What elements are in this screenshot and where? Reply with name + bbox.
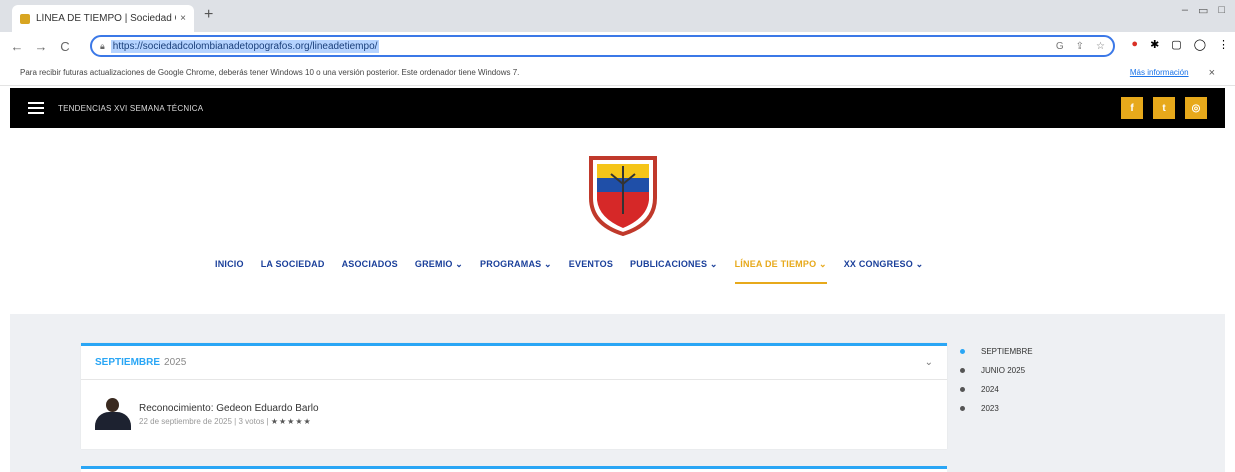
bookmark-star-icon[interactable]: ☆ [1096,41,1105,52]
lock-icon[interactable]: 🔒︎ [100,41,105,52]
google-icon[interactable]: G [1056,41,1064,52]
year-label: 2025 [164,357,187,368]
browser-toolbar: ← → C 🔒︎ https://sociedadcolombianadetop… [0,32,1235,60]
timeline-item[interactable]: JUNIO 2025 [960,361,1033,380]
nav-item-linea-de-tiempo[interactable]: LÍNEA DE TIEMPO ⌄ [734,259,827,284]
nav-item-gremio[interactable]: GREMIO ⌄ [415,259,463,270]
hamburger-menu-icon[interactable] [28,102,44,114]
restore-button[interactable]: ▭ [1198,4,1208,17]
url-text[interactable]: https://sociedadcolombianadetopografos.o… [110,39,380,53]
menu-kebab-icon[interactable]: ⋮ [1218,38,1229,51]
extension-red-icon[interactable]: ● [1131,38,1138,51]
nav-item-programas[interactable]: PROGRAMAS ⌄ [480,259,552,270]
social-links: f t ◎ [1121,97,1207,119]
profile-icon[interactable]: ◯ [1194,38,1206,51]
nav-item-inicio[interactable]: INICIO [215,259,244,270]
society-shield-logo[interactable] [587,154,659,236]
chevron-down-icon[interactable]: ⌄ [925,357,933,368]
news-ticker[interactable]: TENDENCIAS XVI SEMANA TÉCNICA [58,104,203,113]
more-info-link[interactable]: Más información [1130,68,1189,77]
nav-item-publicaciones[interactable]: PUBLICACIONES ⌄ [630,259,718,270]
main-navigation: INICIO LA SOCIEDAD ASOCIADOS GREMIO ⌄ PR… [215,259,924,284]
site-header: INICIO LA SOCIEDAD ASOCIADOS GREMIO ⌄ PR… [10,128,1225,314]
back-button[interactable]: ← [10,39,24,54]
info-message: Para recibir futuras actualizaciones de … [20,68,520,77]
timeline-sidebar: SEPTIEMBRE JUNIO 2025 2024 2023 [960,342,1033,418]
close-info-bar-icon[interactable]: × [1209,67,1215,79]
extensions-puzzle-icon[interactable]: ✱ [1150,38,1159,51]
reload-button[interactable]: C [58,39,72,54]
address-bar[interactable]: 🔒︎ https://sociedadcolombianadetopografo… [90,35,1115,57]
timeline-content: SEPTIEMBRE 2025 ⌄ Reconocimiento: Gedeon… [10,314,1225,472]
entry-title[interactable]: Reconocimiento: Gedeon Eduardo Barlo [139,403,319,414]
entry-date-votes: 22 de septiembre de 2025 | 3 votos | [139,416,269,426]
twitter-icon[interactable]: t [1153,97,1175,119]
browser-tab-strip: LÍNEA DE TIEMPO | Sociedad Colom... × + … [0,0,1235,32]
nav-item-asociados[interactable]: ASOCIADOS [342,259,398,270]
extensions-area: ● ✱ ▢ ◯ ⋮ [1131,38,1229,51]
timeline-item[interactable]: 2024 [960,380,1033,399]
nav-item-eventos[interactable]: EVENTOS [569,259,613,270]
tab-search-icon[interactable]: ▢ [1171,38,1181,51]
entry-meta: 22 de septiembre de 2025 | 3 votos | ★★★… [139,417,319,426]
next-month-card [81,466,947,472]
rating-stars[interactable]: ★★★★★ [271,417,312,426]
nav-item-xx-congreso[interactable]: XX CONGRESO ⌄ [844,259,924,270]
avatar [95,398,131,430]
share-icon[interactable]: ⇪ [1076,41,1084,52]
forward-button[interactable]: → [34,39,48,54]
new-tab-button[interactable]: + [204,6,213,24]
month-card-header[interactable]: SEPTIEMBRE 2025 ⌄ [81,346,947,380]
timeline-month-card: SEPTIEMBRE 2025 ⌄ Reconocimiento: Gedeon… [81,343,947,449]
site-favicon-icon [20,13,30,24]
instagram-icon[interactable]: ◎ [1185,97,1207,119]
minimize-button[interactable]: – [1182,4,1188,17]
maximize-button[interactable]: □ [1218,4,1225,17]
nav-item-la-sociedad[interactable]: LA SOCIEDAD [261,259,325,270]
timeline-entry[interactable]: Reconocimiento: Gedeon Eduardo Barlo 22 … [81,380,947,448]
tab-close-icon[interactable]: × [180,13,186,24]
facebook-icon[interactable]: f [1121,97,1143,119]
tab-title: LÍNEA DE TIEMPO | Sociedad Colom... [36,13,176,24]
timeline-item[interactable]: 2023 [960,399,1033,418]
month-label: SEPTIEMBRE [95,357,161,368]
browser-tab[interactable]: LÍNEA DE TIEMPO | Sociedad Colom... × [12,5,194,32]
site-top-bar: TENDENCIAS XVI SEMANA TÉCNICA f t ◎ [10,88,1225,128]
window-controls: – ▭ □ [1182,4,1225,17]
chrome-info-bar: Para recibir futuras actualizaciones de … [0,60,1235,86]
timeline-item[interactable]: SEPTIEMBRE [960,342,1033,361]
